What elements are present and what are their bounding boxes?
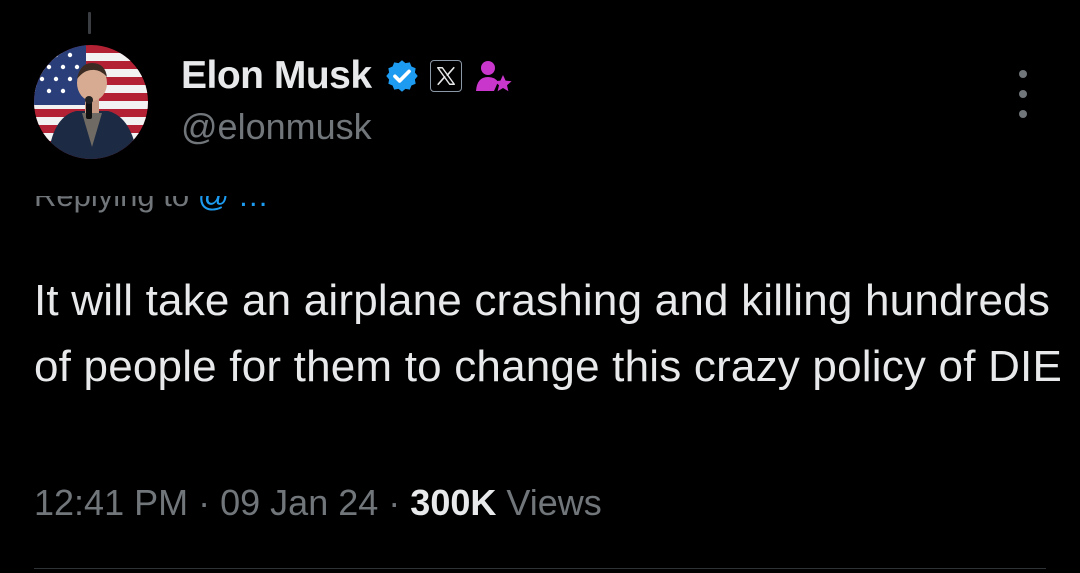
views-count[interactable]: 300K xyxy=(410,482,496,523)
replying-to-context: Replying to @ … xyxy=(34,196,494,228)
x-logo-icon[interactable] xyxy=(429,60,462,92)
author-name-row: Elon Musk xyxy=(181,52,514,100)
tweet-date[interactable]: 09 Jan 24 xyxy=(220,482,378,523)
replying-to-mention[interactable]: @ … xyxy=(198,196,269,213)
avatar[interactable] xyxy=(34,45,148,159)
author-display-name[interactable]: Elon Musk xyxy=(181,54,372,98)
more-dot-icon xyxy=(1019,70,1027,78)
person-star-icon[interactable] xyxy=(474,58,514,94)
replying-to-label: Replying to xyxy=(34,196,189,213)
thread-connector-line xyxy=(88,12,91,34)
tweet-metadata: 12:41 PM · 09 Jan 24 · 300K Views xyxy=(34,482,602,524)
more-dot-icon xyxy=(1019,90,1027,98)
tweet-header: Elon Musk @elonmusk xyxy=(181,52,514,148)
meta-separator: · xyxy=(198,482,211,523)
tweet-time[interactable]: 12:41 PM xyxy=(34,482,188,523)
views-label: Views xyxy=(506,482,602,523)
tweet-body-text: It will take an airplane crashing and ki… xyxy=(34,276,1063,391)
divider xyxy=(34,568,1046,569)
more-dot-icon xyxy=(1019,110,1027,118)
more-options-button[interactable] xyxy=(1008,70,1038,118)
author-handle[interactable]: @elonmusk xyxy=(181,106,514,148)
meta-separator: · xyxy=(388,482,401,523)
avatar-image xyxy=(34,45,148,159)
verified-badge-icon[interactable] xyxy=(384,58,420,94)
